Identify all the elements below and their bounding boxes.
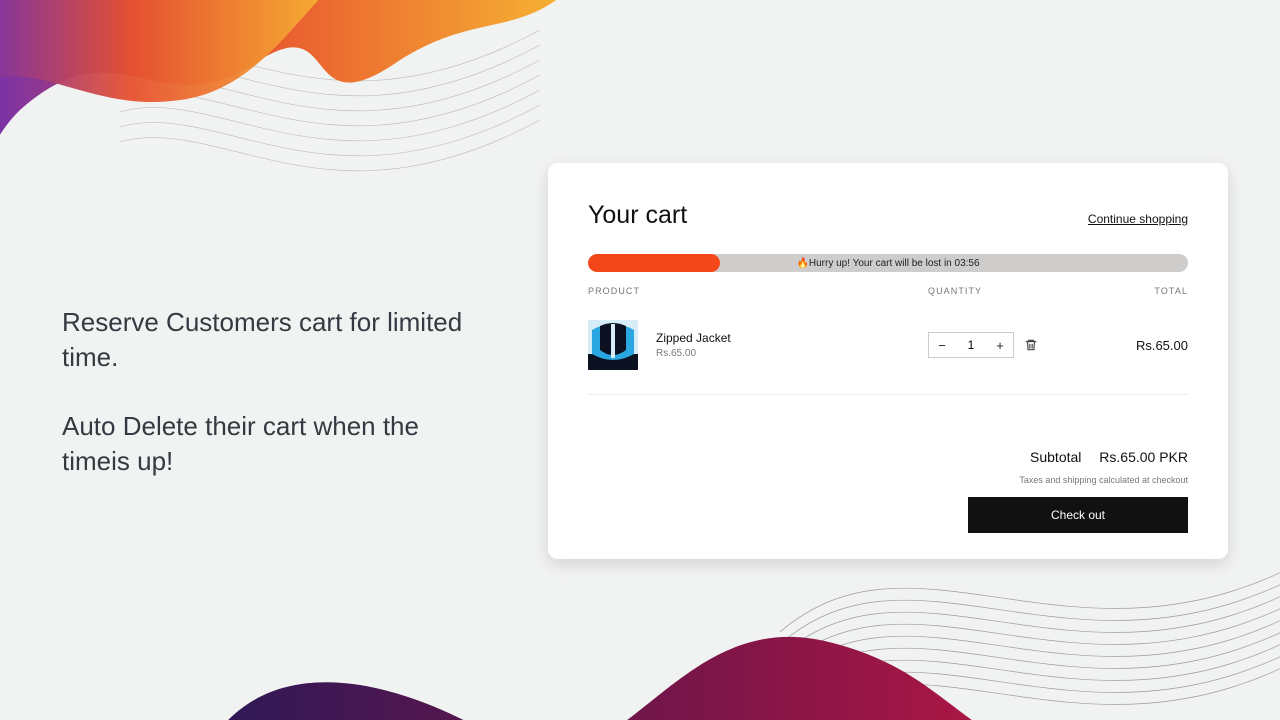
subtotal-label: Subtotal — [1030, 449, 1081, 465]
tax-note: Taxes and shipping calculated at checkou… — [588, 475, 1188, 485]
cart-card: Your cart Continue shopping 🔥Hurry up! Y… — [548, 163, 1228, 559]
checkout-button[interactable]: Check out — [968, 497, 1188, 533]
cart-row: Zipped Jacket Rs.65.00 − 1 + Rs.65.00 — [588, 306, 1188, 395]
col-total: TOTAL — [1098, 286, 1188, 296]
qty-decrease-button[interactable]: − — [929, 333, 955, 357]
quantity-stepper: − 1 + — [928, 332, 1014, 358]
cart-title: Your cart — [588, 201, 687, 230]
trash-icon[interactable] — [1024, 338, 1038, 352]
wave-top — [0, 0, 600, 280]
continue-shopping-link[interactable]: Continue shopping — [1088, 212, 1188, 226]
product-name[interactable]: Zipped Jacket — [656, 331, 928, 345]
marketing-copy: Reserve Customers cart for limited time.… — [62, 305, 482, 479]
qty-value: 1 — [955, 338, 987, 352]
window-dots — [10, 8, 52, 14]
line-texture-top — [120, 0, 540, 230]
product-price: Rs.65.00 — [656, 348, 928, 359]
marketing-line-1: Reserve Customers cart for limited time. — [62, 305, 482, 375]
subtotal-value: Rs.65.00 PKR — [1099, 449, 1188, 465]
col-quantity: QUANTITY — [928, 286, 1098, 296]
qty-increase-button[interactable]: + — [987, 333, 1013, 357]
product-thumbnail[interactable] — [588, 320, 638, 370]
cart-table-header: PRODUCT QUANTITY TOTAL — [588, 284, 1188, 306]
marketing-line-2: Auto Delete their cart when the timeis u… — [62, 409, 482, 479]
col-product: PRODUCT — [588, 286, 928, 296]
subtotal-row: Subtotal Rs.65.00 PKR — [588, 449, 1188, 465]
line-total: Rs.65.00 — [1098, 338, 1188, 353]
countdown-text: 🔥Hurry up! Your cart will be lost in 03:… — [588, 254, 1188, 272]
countdown-bar: 🔥Hurry up! Your cart will be lost in 03:… — [588, 254, 1188, 272]
